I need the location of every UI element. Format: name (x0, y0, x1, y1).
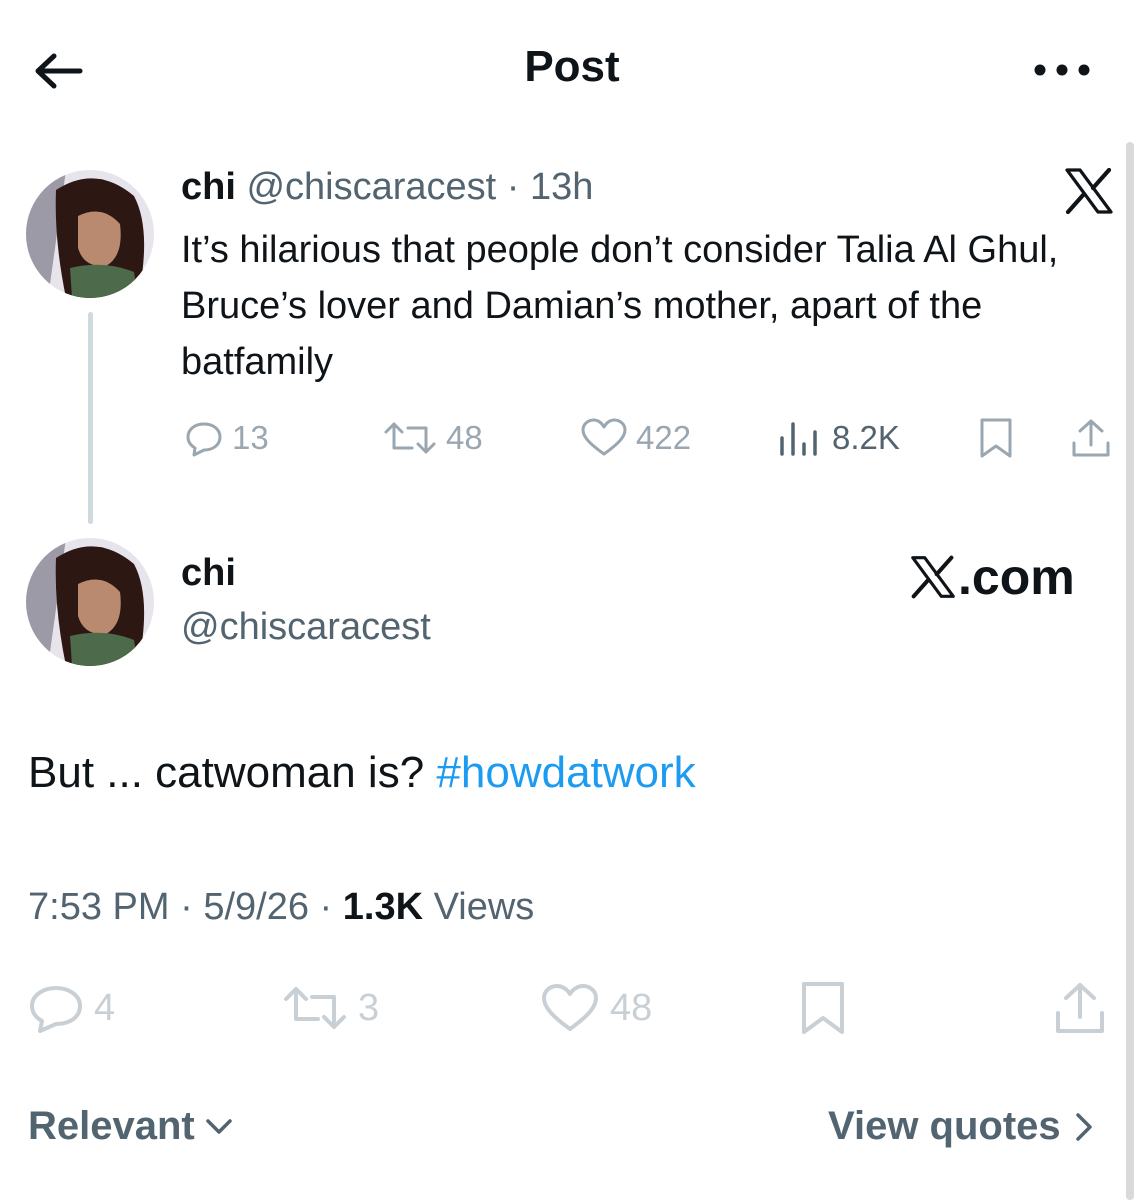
view-quotes-link[interactable]: View quotes (828, 1104, 1093, 1149)
sort-label: Relevant (28, 1104, 195, 1148)
separator: · (169, 886, 204, 928)
reply-button[interactable]: 13 (184, 414, 269, 462)
separator: · (308, 886, 343, 928)
tweet-date[interactable]: 5/9/26 (203, 886, 309, 928)
bookmark-icon (802, 982, 844, 1034)
hashtag-link[interactable]: #howdatwork (436, 748, 695, 797)
chevron-right-icon (1075, 1112, 1092, 1141)
heart-icon (581, 418, 627, 456)
share-icon (1056, 983, 1104, 1033)
author-name[interactable]: chi (181, 166, 236, 208)
views-count: 8.2K (832, 419, 900, 456)
avatar[interactable] (26, 538, 154, 666)
tweet-header: chi @chiscaracest · 13h (181, 166, 593, 209)
author-handle[interactable]: @chiscaracest (181, 606, 431, 649)
like-count: 48 (610, 986, 653, 1029)
bookmark-button[interactable] (798, 980, 848, 1036)
thread-line (88, 312, 93, 524)
more-horizontal-icon (1034, 64, 1090, 76)
like-button[interactable]: 422 (580, 414, 691, 462)
views-button[interactable]: 8.2K (778, 414, 900, 462)
repost-icon (384, 422, 436, 454)
chevron-down-icon (206, 1118, 232, 1134)
timestamp[interactable]: 13h (530, 166, 593, 208)
heart-icon (542, 984, 598, 1031)
page-title: Post (524, 42, 620, 91)
more-button[interactable] (1030, 58, 1094, 82)
x-com-suffix: .com (958, 549, 1075, 605)
tweet-text: It’s hilarious that people don’t conside… (181, 229, 1059, 383)
tweet-time[interactable]: 7:53 PM (28, 886, 170, 928)
views-count[interactable]: 1.3K (343, 886, 423, 928)
sort-dropdown[interactable]: Relevant (28, 1104, 233, 1149)
x-com-watermark: .com (910, 548, 1075, 606)
author-name[interactable]: chi (181, 552, 236, 595)
like-count: 422 (636, 419, 692, 456)
repost-button[interactable]: 48 (382, 414, 483, 462)
view-quotes-label: View quotes (828, 1104, 1061, 1148)
separator: · (506, 166, 520, 208)
like-button[interactable]: 48 (540, 980, 652, 1036)
reply-count: 13 (232, 419, 269, 456)
reply-count: 4 (94, 986, 116, 1029)
analytics-icon (780, 422, 817, 456)
repost-icon (284, 987, 346, 1029)
reply-button[interactable]: 4 (28, 980, 115, 1036)
tweet-meta: 7:53 PM · 5/9/26 · 1.3K Views (28, 886, 534, 929)
scrollbar[interactable] (1126, 142, 1134, 1200)
avatar[interactable] (26, 170, 154, 298)
share-icon (1072, 419, 1110, 457)
repost-count: 48 (446, 419, 483, 456)
x-logo-icon (1064, 168, 1114, 214)
repost-button[interactable]: 3 (282, 980, 379, 1036)
share-button[interactable] (1070, 414, 1112, 462)
reply-icon (30, 986, 82, 1033)
bookmark-button[interactable] (976, 414, 1016, 462)
bookmark-icon (980, 418, 1012, 458)
tweet-text: But ... catwoman is? #howdatwork (28, 748, 696, 798)
share-button[interactable] (1054, 980, 1106, 1036)
x-logo-icon (911, 555, 955, 599)
views-label: Views (423, 886, 535, 928)
author-handle[interactable]: @chiscaracest (246, 166, 496, 208)
reply-icon (186, 422, 222, 457)
repost-count: 3 (358, 986, 380, 1029)
tweet-body: But ... catwoman is? (28, 748, 437, 797)
